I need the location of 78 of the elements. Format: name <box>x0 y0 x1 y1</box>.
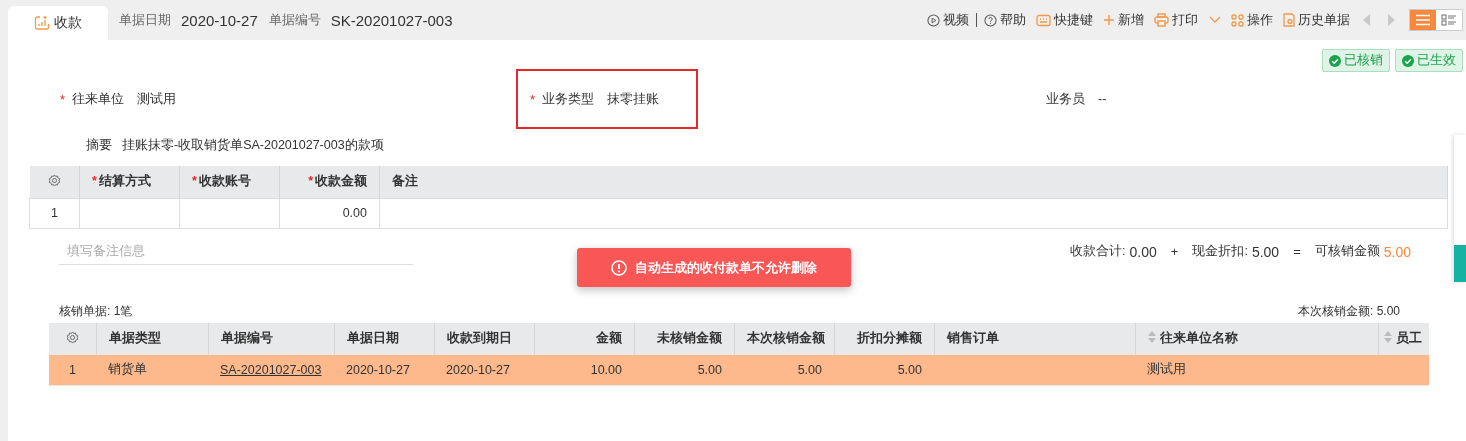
column-header[interactable] <box>49 322 96 355</box>
error-toast: 自动生成的收付款单不允许删除 <box>577 248 851 287</box>
total-label: 现金折扣: <box>1192 243 1248 260</box>
required-mark: * <box>60 91 66 107</box>
total-value: 5.00 <box>1383 243 1411 260</box>
list-icon <box>1415 14 1431 26</box>
detail-view-button[interactable] <box>1436 10 1462 30</box>
required-mark: * <box>530 91 536 107</box>
writeoff-count: 核销单据: 1笔 <box>59 302 133 320</box>
column-header[interactable]: 金额 <box>534 322 634 355</box>
column-header[interactable]: 未核销金额 <box>634 322 734 355</box>
header-value: SK-20201027-003 <box>330 11 453 29</box>
column-header[interactable]: 单据日期 <box>334 322 434 355</box>
help-icon <box>984 13 997 27</box>
total-value: 0.00 <box>1129 243 1157 260</box>
column-header[interactable]: * 收款金额 <box>279 166 380 198</box>
toolbar-button[interactable]: 快捷键 <box>1031 11 1098 29</box>
field-value: -- <box>1098 92 1107 106</box>
sort-icon <box>1147 331 1156 343</box>
detail-list-icon <box>1441 14 1457 26</box>
chart-icon <box>34 15 50 31</box>
column-header[interactable]: 单据类型 <box>96 322 208 355</box>
row-number: 1 <box>29 198 80 228</box>
operator-sign: = <box>1293 244 1301 259</box>
toolbar-button[interactable]: 历史单据 <box>1278 11 1355 29</box>
operator-sign: + <box>1170 244 1179 259</box>
column-header[interactable]: 往来单位名称 <box>1135 322 1378 355</box>
column-header[interactable]: 销售订单 <box>934 322 1135 355</box>
column-header[interactable]: 单据编号 <box>208 322 334 355</box>
plus-icon <box>1103 14 1115 26</box>
column-header[interactable]: 员工 <box>1378 322 1429 355</box>
settings-icon <box>65 330 79 344</box>
table-cell[interactable] <box>179 198 280 228</box>
sort-icon <box>1383 331 1392 343</box>
toolbar-button[interactable]: 操作 <box>1226 11 1278 29</box>
toolbar-button[interactable]: 视频 <box>922 11 974 29</box>
writeoff-total: 本次核销金额: 5.00 <box>1297 302 1400 320</box>
toolbar-button[interactable]: 新增 <box>1098 11 1149 29</box>
column-header[interactable]: 本次核销金额 <box>734 322 834 355</box>
printer-icon <box>1154 13 1169 27</box>
play-icon <box>927 13 940 27</box>
table-row[interactable]: 1 销货单 SA-20201027-003 2020-10-27 2020-10-27 10.00 5.00 5.00 5.00 测试用 <box>49 354 1429 386</box>
field-value: 测试用 <box>137 90 177 108</box>
column-header[interactable]: 收款到期日 <box>434 322 534 355</box>
caret-icon <box>1209 16 1221 24</box>
column-header[interactable]: * 收款账号 <box>179 166 280 198</box>
field-label: 往来单位 <box>72 90 125 108</box>
toolbar-button[interactable]: 帮助 <box>979 11 1031 29</box>
settings-icon <box>47 173 61 187</box>
table-cell[interactable]: 0.00 <box>279 198 380 228</box>
header-label: 单据日期 <box>119 11 171 29</box>
toolbar-button[interactable]: 打印 <box>1149 11 1226 29</box>
field-label: 业务类型 <box>542 90 595 108</box>
status-badge: 已核销 <box>1322 49 1390 72</box>
alert-icon <box>611 259 627 276</box>
field-label: 摘要 <box>86 136 112 154</box>
grid-icon <box>1231 13 1244 27</box>
column-header[interactable]: 折扣分摊额 <box>834 322 934 355</box>
receipt-tab[interactable]: 收款 <box>8 6 108 40</box>
column-header[interactable]: 备注 <box>379 166 1448 198</box>
total-label: 收款合计: <box>1070 243 1126 260</box>
column-header[interactable]: * 结算方式 <box>79 166 180 198</box>
table-cell[interactable] <box>79 198 180 228</box>
header-value: 2020-10-27 <box>181 11 258 29</box>
column-header[interactable] <box>29 166 80 198</box>
total-value: 5.00 <box>1251 243 1280 260</box>
document-icon <box>1283 13 1295 27</box>
keyboard-icon <box>1036 13 1051 27</box>
field-value: 挂账抹零-收取销货单SA-20201027-003的款项 <box>122 136 384 154</box>
total-label: 可核销金额 <box>1314 243 1380 260</box>
table-cell[interactable] <box>379 198 1448 228</box>
status-badge: 已生效 <box>1395 49 1463 72</box>
left-triangle-icon <box>1363 14 1371 26</box>
field-value: 抹零挂账 <box>607 90 660 108</box>
header-label: 单据编号 <box>268 11 321 29</box>
list-view-button[interactable] <box>1410 10 1436 30</box>
right-triangle-icon <box>1387 14 1395 26</box>
field-label: 业务员 <box>1046 90 1085 108</box>
